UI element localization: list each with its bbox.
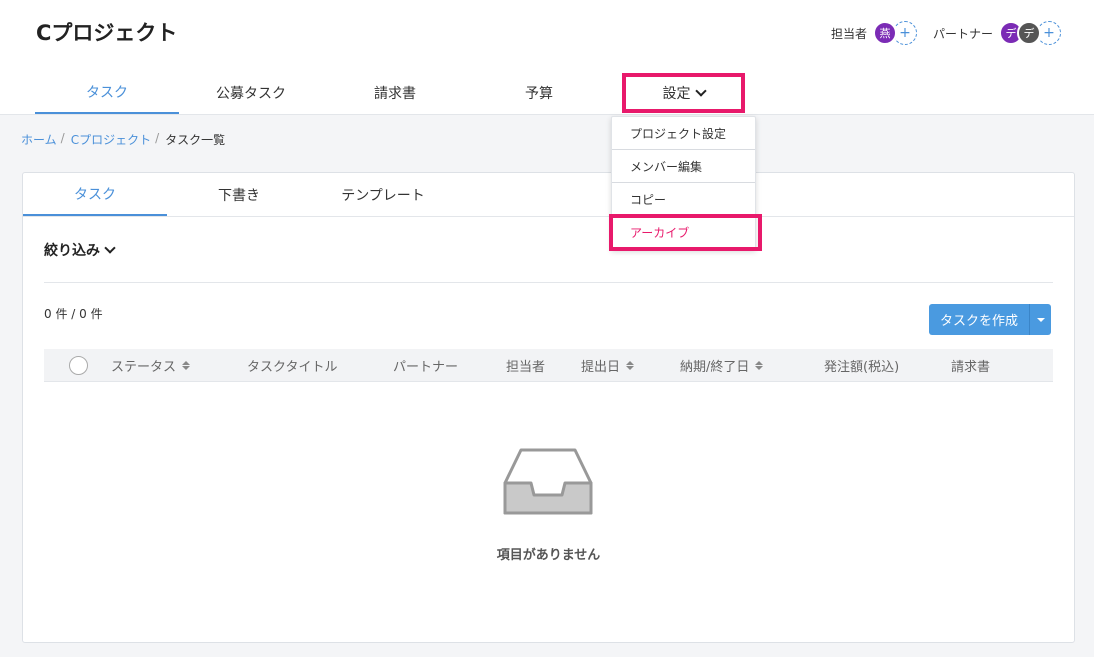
tab-settings-label: 設定 (662, 86, 691, 102)
table-header: ステータス タスクタイトル パートナー 担当者 提出日 納期/終了日 発注額(税… (44, 349, 1053, 382)
column-deadline[interactable]: 納期/終了日 (680, 349, 764, 382)
tab-settings[interactable]: 設定 (622, 73, 745, 113)
partner-label: パートナー (932, 26, 993, 41)
subtab-tasks[interactable]: タスク (23, 173, 167, 216)
people-bar: 担当者 燕 + パートナー デ デ + (831, 21, 1061, 45)
breadcrumb: ホーム / Cプロジェクト / タスク一覧 (21, 131, 226, 148)
divider (44, 282, 1053, 283)
menu-item-copy[interactable]: コピー (612, 183, 755, 216)
result-count: 0 件 / 0 件 (44, 307, 103, 321)
menu-item-edit-members[interactable]: メンバー編集 (612, 150, 755, 183)
breadcrumb-home[interactable]: ホーム (21, 131, 57, 148)
page-title: Cプロジェクト (36, 21, 178, 45)
assignee-avatar[interactable]: 燕 (872, 21, 897, 45)
breadcrumb-current: タスク一覧 (165, 133, 226, 147)
chevron-down-icon (104, 241, 116, 254)
column-status[interactable]: ステータス (111, 349, 191, 382)
sort-icon (755, 361, 764, 370)
select-all-radio[interactable] (69, 349, 88, 382)
breadcrumb-project[interactable]: Cプロジェクト (71, 131, 151, 148)
caret-down-icon (1036, 317, 1045, 322)
tab-public-tasks[interactable]: 公募タスク (179, 72, 323, 114)
column-invoice: 請求書 (951, 360, 991, 375)
empty-message: 項目がありません (496, 548, 601, 563)
filter-label: 絞り込み (44, 243, 100, 259)
chevron-down-icon (694, 84, 707, 97)
menu-item-project-settings[interactable]: プロジェクト設定 (612, 117, 755, 150)
tab-invoices[interactable]: 請求書 (323, 72, 467, 114)
create-task-dropdown-button[interactable] (1029, 304, 1051, 335)
sort-icon (182, 361, 191, 370)
column-partner: パートナー (393, 360, 459, 375)
filter-toggle[interactable]: 絞り込み (44, 240, 116, 260)
tab-budget[interactable]: 予算 (467, 72, 611, 114)
main-tabs: タスク 公募タスク 請求書 予算 (35, 72, 611, 114)
sub-tabs: タスク 下書き テンプレート (23, 173, 1074, 217)
column-title: タスクタイトル (247, 360, 338, 375)
column-amount: 発注額(税込) (824, 360, 900, 375)
sort-icon (626, 361, 635, 370)
header: Cプロジェクト 担当者 燕 + パートナー デ デ + タスク 公募タスク 請求… (0, 0, 1094, 115)
task-panel: タスク 下書き テンプレート 絞り込み 0 件 / 0 件 タスクを作成 ステー… (22, 172, 1075, 643)
archive-highlight-box (609, 214, 762, 251)
create-task-button[interactable]: タスクを作成 (929, 304, 1029, 335)
subtab-drafts[interactable]: 下書き (167, 173, 311, 216)
column-assignee: 担当者 (506, 360, 546, 375)
create-task-group: タスクを作成 (929, 304, 1051, 335)
assignee-label: 担当者 (830, 26, 867, 41)
tab-tasks[interactable]: タスク (35, 72, 179, 114)
inbox-icon (503, 448, 593, 515)
partner-avatar-2[interactable]: デ (1017, 21, 1041, 45)
column-submitted[interactable]: 提出日 (581, 349, 635, 382)
subtab-templates[interactable]: テンプレート (311, 173, 455, 216)
